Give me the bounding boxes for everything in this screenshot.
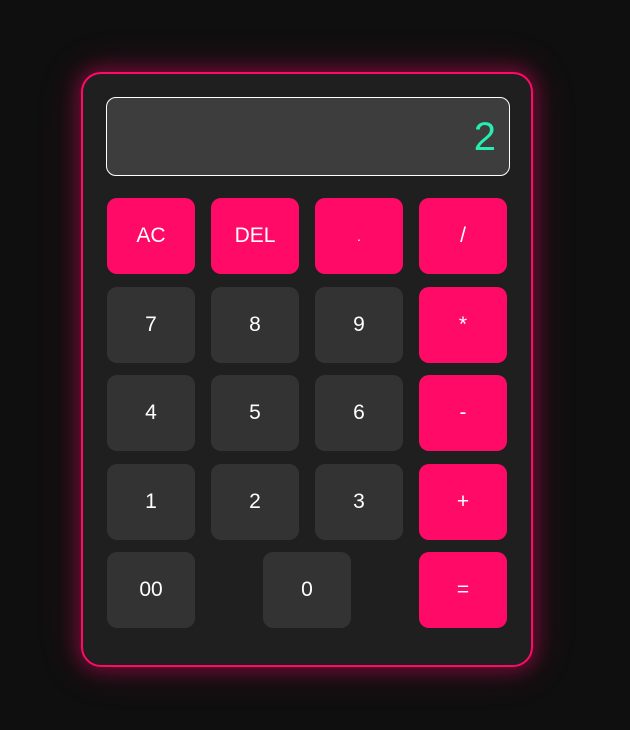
all-clear-button[interactable]: AC [107, 198, 195, 274]
equals-button[interactable]: = [419, 552, 507, 628]
add-button[interactable]: + [419, 464, 507, 540]
delete-button[interactable]: DEL [211, 198, 299, 274]
digit-4-button[interactable]: 4 [107, 375, 195, 451]
subtract-button[interactable]: - [419, 375, 507, 451]
digit-8-button[interactable]: 8 [211, 287, 299, 363]
display-screen: 2 [106, 97, 510, 176]
digit-7-button[interactable]: 7 [107, 287, 195, 363]
double-zero-button[interactable]: 00 [107, 552, 195, 628]
display-value: 2 [473, 114, 496, 159]
digit-9-button[interactable]: 9 [315, 287, 403, 363]
digit-6-button[interactable]: 6 [315, 375, 403, 451]
digit-2-button[interactable]: 2 [211, 464, 299, 540]
digit-1-button[interactable]: 1 [107, 464, 195, 540]
decimal-point-button[interactable]: . [315, 198, 403, 274]
digit-3-button[interactable]: 3 [315, 464, 403, 540]
calculator: 2 AC DEL . / 7 8 9 * 4 5 6 - 1 2 3 + 00 … [81, 72, 533, 667]
multiply-button[interactable]: * [419, 287, 507, 363]
digit-5-button[interactable]: 5 [211, 375, 299, 451]
digit-0-button[interactable]: 0 [263, 552, 351, 628]
divide-button[interactable]: / [419, 198, 507, 274]
